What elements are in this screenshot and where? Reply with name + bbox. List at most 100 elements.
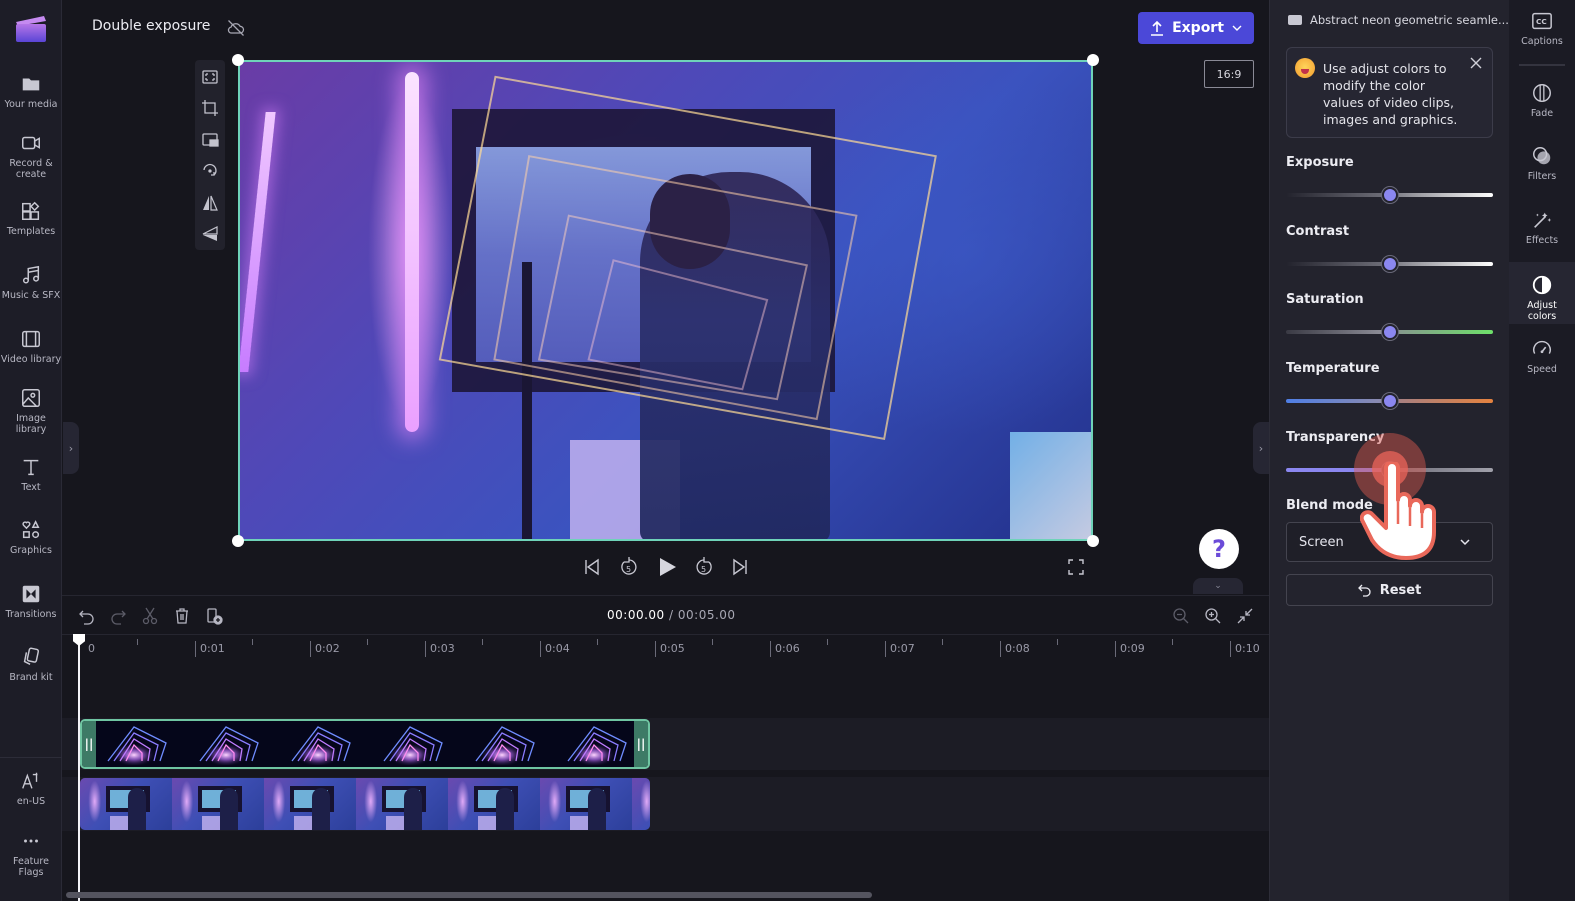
ruler-label: 0:06 bbox=[775, 642, 800, 655]
sidebar-item-templates[interactable]: Templates bbox=[0, 200, 62, 237]
current-time: 00:00.00 bbox=[607, 608, 665, 622]
timeline-clip-studio-video[interactable] bbox=[80, 778, 650, 830]
saturation-slider[interactable] bbox=[1286, 324, 1493, 340]
thumb-figure bbox=[496, 788, 514, 830]
picture-in-picture-icon[interactable] bbox=[201, 131, 219, 149]
delete-button[interactable] bbox=[173, 607, 191, 625]
timeline-ruler[interactable]: 0 0:01 0:02 0:03 0:04 0:05 0:06 0:07 0:08 0:09 0:1… bbox=[62, 634, 1269, 664]
crop-icon[interactable] bbox=[201, 99, 219, 117]
resize-handle-bottom-right[interactable] bbox=[1087, 535, 1099, 547]
temperature-slider-thumb[interactable] bbox=[1381, 393, 1398, 409]
clip-thumbnail bbox=[80, 778, 172, 830]
time-readout: 00:00.00 / 00:05.00 bbox=[607, 608, 736, 622]
upload-icon bbox=[1151, 20, 1164, 36]
temperature-slider[interactable] bbox=[1286, 393, 1493, 409]
brand-kit-icon bbox=[23, 647, 40, 665]
redo-button[interactable] bbox=[109, 607, 127, 625]
sidebar-item-feature-flags[interactable]: Feature Flags bbox=[0, 830, 62, 878]
thumb-figure bbox=[404, 788, 422, 830]
rail-item-fade[interactable]: Fade bbox=[1509, 70, 1575, 128]
expand-left-panel-button[interactable]: › bbox=[63, 422, 79, 474]
ruler-minor-tick bbox=[252, 639, 253, 645]
trim-handle-left[interactable]: || bbox=[82, 721, 96, 767]
add-to-timeline-button[interactable] bbox=[205, 607, 223, 625]
ruler-major-tick bbox=[1230, 641, 1231, 657]
svg-text:5: 5 bbox=[701, 565, 706, 574]
trim-handle-right[interactable]: || bbox=[634, 721, 648, 767]
resize-handle-top-left[interactable] bbox=[232, 54, 244, 66]
sidebar-item-music-sfx[interactable]: Music & SFX bbox=[0, 264, 62, 301]
contrast-half-icon bbox=[1532, 275, 1552, 295]
exposure-slider[interactable] bbox=[1286, 187, 1493, 203]
ruler-major-tick bbox=[1115, 641, 1116, 657]
sidebar-item-label: en-US bbox=[16, 796, 46, 807]
collapse-properties-panel-button[interactable]: › bbox=[1253, 422, 1269, 474]
sidebar-item-language[interactable]: en-US bbox=[0, 770, 62, 807]
aspect-ratio-button[interactable]: 16:9 bbox=[1204, 60, 1254, 88]
rewind-5s-button[interactable]: 5 bbox=[618, 556, 640, 578]
forward-5s-button[interactable]: 5 bbox=[693, 556, 715, 578]
text-icon bbox=[23, 459, 39, 476]
ruler-label: 0 bbox=[88, 642, 95, 655]
fit-icon[interactable] bbox=[201, 68, 219, 86]
app-logo-icon[interactable] bbox=[14, 12, 48, 44]
split-button[interactable] bbox=[141, 607, 159, 625]
flip-vertical-icon[interactable] bbox=[201, 225, 219, 243]
zoom-in-button[interactable] bbox=[1204, 607, 1222, 625]
zoom-out-button[interactable] bbox=[1172, 607, 1190, 625]
rail-item-label: Effects bbox=[1525, 235, 1559, 246]
rail-item-captions[interactable]: CC Captions bbox=[1509, 0, 1575, 52]
ruler-minor-tick bbox=[827, 639, 828, 645]
flip-horizontal-icon[interactable] bbox=[201, 194, 219, 212]
cloud-off-icon[interactable] bbox=[226, 18, 246, 38]
sidebar-item-video-library[interactable]: Video library bbox=[0, 328, 62, 365]
sidebar-item-your-media[interactable]: Your media bbox=[0, 73, 62, 110]
exposure-slider-thumb[interactable] bbox=[1381, 187, 1398, 203]
skip-to-end-button[interactable] bbox=[730, 557, 750, 577]
export-label: Export bbox=[1172, 20, 1224, 36]
close-tip-button[interactable] bbox=[1469, 56, 1483, 70]
rail-divider bbox=[1519, 64, 1565, 66]
sidebar-item-graphics[interactable]: Graphics bbox=[0, 519, 62, 556]
sidebar-item-label: Brand kit bbox=[9, 672, 53, 683]
resize-handle-top-right[interactable] bbox=[1087, 54, 1099, 66]
clipchamp-editor: Your media Record & create Templates Mus… bbox=[0, 0, 1575, 901]
contrast-slider-thumb[interactable] bbox=[1381, 256, 1398, 272]
timeline-clip-neon-overlay[interactable]: || || bbox=[80, 719, 650, 769]
rotate-icon[interactable] bbox=[201, 162, 219, 180]
sidebar-item-record-create[interactable]: Record & create bbox=[0, 132, 62, 180]
neon-overlay-graphic bbox=[438, 75, 937, 440]
help-button[interactable]: ? bbox=[1199, 529, 1239, 569]
collapse-help-button[interactable]: ⌄ bbox=[1193, 578, 1243, 594]
saturation-slider-thumb[interactable] bbox=[1381, 324, 1398, 340]
skip-to-start-button[interactable] bbox=[582, 557, 602, 577]
play-button[interactable] bbox=[656, 556, 678, 578]
rail-item-speed[interactable]: Speed bbox=[1509, 326, 1575, 384]
clip-thumbnail bbox=[372, 723, 448, 765]
sidebar-item-label: Feature Flags bbox=[13, 856, 49, 878]
sidebar-item-image-library[interactable]: Image library bbox=[0, 387, 62, 435]
fade-icon bbox=[1533, 84, 1551, 102]
fullscreen-button[interactable] bbox=[1066, 557, 1086, 577]
sidebar-item-label: Image library bbox=[15, 413, 47, 435]
reset-button[interactable]: Reset bbox=[1286, 574, 1493, 606]
export-button[interactable]: Export bbox=[1138, 12, 1254, 44]
sidebar-item-transitions[interactable]: Transitions bbox=[0, 583, 62, 620]
rail-item-adjust-colors[interactable]: Adjust colors bbox=[1509, 262, 1575, 324]
video-preview[interactable] bbox=[238, 60, 1093, 541]
filters-icon bbox=[1533, 147, 1551, 165]
resize-handle-bottom-left[interactable] bbox=[232, 535, 244, 547]
project-title[interactable]: Double exposure bbox=[92, 18, 210, 34]
shapes-icon bbox=[22, 520, 40, 539]
undo-button[interactable] bbox=[78, 607, 96, 625]
timeline-horizontal-scrollbar[interactable] bbox=[66, 892, 872, 898]
fit-timeline-button[interactable] bbox=[1236, 607, 1254, 625]
right-rail: CC Captions Fade Filters Effects Adjust color… bbox=[1509, 0, 1575, 901]
left-sidebar: Your media Record & create Templates Mus… bbox=[0, 0, 62, 901]
sidebar-item-text[interactable]: Text bbox=[0, 456, 62, 493]
tip-text: Use adjust colors to modify the color va… bbox=[1323, 61, 1458, 127]
rail-item-filters[interactable]: Filters bbox=[1509, 133, 1575, 191]
contrast-slider[interactable] bbox=[1286, 256, 1493, 272]
sidebar-item-brand-kit[interactable]: Brand kit bbox=[0, 646, 62, 683]
rail-item-effects[interactable]: Effects bbox=[1509, 197, 1575, 255]
